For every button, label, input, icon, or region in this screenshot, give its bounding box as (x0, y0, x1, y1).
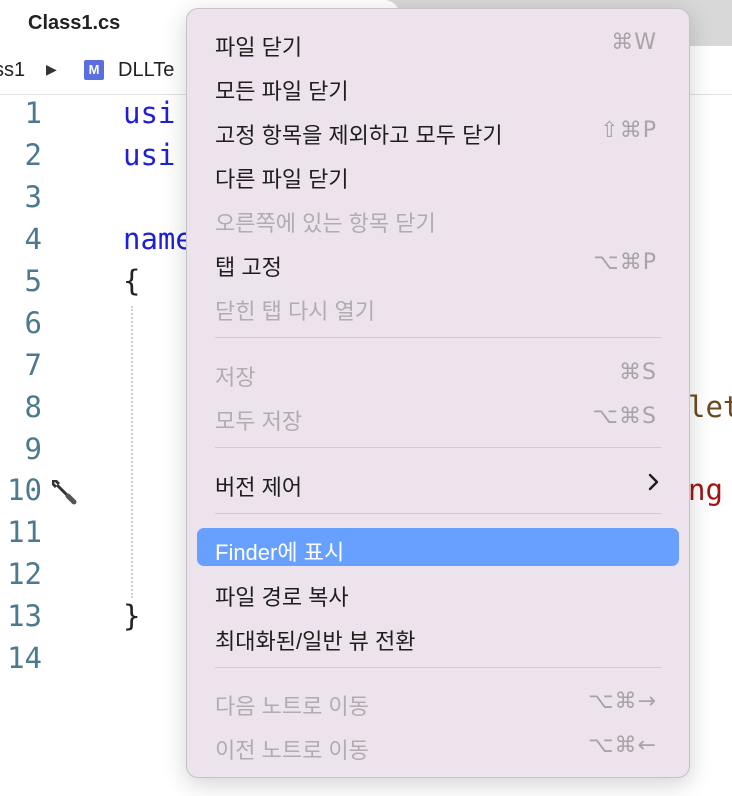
code-using-2: usi (123, 138, 176, 172)
menu-item-close-all-files[interactable]: 모든 파일 닫기 (197, 67, 679, 105)
menu-item-copy-file-path[interactable]: 파일 경로 복사 (197, 573, 679, 611)
menu-item-label: 이전 노트로 이동 (215, 738, 369, 763)
code-namespace: name (123, 222, 193, 256)
menu-item-reveal-in-finder[interactable]: Finder에 표시 (197, 528, 679, 566)
menu-item-shortcut: ⌘S (619, 360, 657, 385)
menu-item-toggle-maximized-view[interactable]: 최대화된/일반 뷰 전환 (197, 617, 679, 655)
menu-item-label: 파일 경로 복사 (215, 585, 349, 610)
menu-item-label: 오른쪽에 있는 항목 닫기 (215, 211, 436, 236)
menu-item-previous-note: 이전 노트로 이동 ⌥⌘← (197, 726, 679, 764)
menu-item-close-to-right: 오른쪽에 있는 항목 닫기 (197, 199, 679, 237)
menu-item-shortcut: ⌥⌘S (592, 404, 657, 429)
menu-item-label: 최대화된/일반 뷰 전환 (215, 629, 416, 654)
line-number: 14 (7, 641, 42, 675)
breadcrumb-arrow-icon: ▶ (46, 61, 57, 77)
line-number: 2 (24, 138, 42, 172)
line-number: 1 (24, 96, 42, 130)
chevron-right-icon (648, 473, 659, 491)
menu-item-shortcut: ⌥⌘P (593, 250, 657, 275)
menu-item-pin-tab[interactable]: 탭 고정 ⌥⌘P (197, 243, 679, 281)
tab-title: Class1.cs (28, 12, 121, 34)
menu-item-close-all-but-pinned[interactable]: 고정 항목을 제외하고 모두 닫기 ⇧⌘P (197, 111, 679, 149)
code-using-1: usi (123, 96, 176, 130)
module-icon: M (84, 60, 104, 80)
breadcrumb-item-file[interactable]: ss1 (0, 59, 25, 82)
menu-item-next-note: 다음 노트로 이동 ⌥⌘→ (197, 682, 679, 720)
line-number: 13 (7, 599, 42, 633)
code-close-brace: } (123, 599, 141, 633)
menu-item-close-file[interactable]: 파일 닫기 ⌘W (197, 23, 679, 61)
line-number: 3 (24, 180, 42, 214)
line-number: 9 (24, 432, 42, 466)
line-number: 5 (24, 264, 42, 298)
menu-separator (215, 513, 661, 514)
code-open-brace: { (123, 264, 141, 298)
menu-separator (215, 447, 661, 448)
menu-item-shortcut: ⌘W (611, 30, 657, 55)
code-fragment-string: ng (688, 473, 723, 507)
line-number: 12 (7, 557, 42, 591)
line-number: 4 (24, 222, 42, 256)
menu-item-label: 모든 파일 닫기 (215, 79, 349, 104)
menu-item-save: 저장 ⌘S (197, 353, 679, 391)
menu-item-label: 닫힌 탭 다시 열기 (215, 299, 376, 324)
menu-item-label: 다른 파일 닫기 (215, 167, 349, 192)
line-number: 8 (24, 390, 42, 424)
menu-separator (215, 667, 661, 668)
menu-item-label: 파일 닫기 (215, 35, 303, 60)
menu-item-shortcut: ⌥⌘→ (588, 689, 657, 714)
menu-item-label: 탭 고정 (215, 255, 282, 280)
indent-guide (131, 306, 133, 598)
menu-item-shortcut: ⌥⌘← (588, 733, 657, 758)
menu-item-close-other-files[interactable]: 다른 파일 닫기 (197, 155, 679, 193)
menu-separator (215, 337, 661, 338)
menu-item-label: 모두 저장 (215, 409, 303, 434)
menu-item-save-all: 모두 저장 ⌥⌘S (197, 397, 679, 435)
menu-item-label: 다음 노트로 이동 (215, 694, 369, 719)
context-menu: 파일 닫기 ⌘W 모든 파일 닫기 고정 항목을 제외하고 모두 닫기 ⇧⌘P … (186, 8, 690, 778)
menu-item-label: 버전 제어 (215, 475, 303, 500)
breadcrumb-item-namespace[interactable]: DLLTe (118, 59, 174, 82)
line-number: 11 (7, 515, 42, 549)
code-fragment-let: let (688, 390, 732, 424)
line-number: 6 (24, 306, 42, 340)
menu-item-reopen-closed-tab: 닫힌 탭 다시 열기 (197, 287, 679, 325)
menu-item-shortcut: ⇧⌘P (600, 118, 657, 143)
menu-item-label: Finder에 표시 (215, 540, 345, 565)
line-number: 7 (24, 348, 42, 382)
menu-item-version-control[interactable]: 버전 제어 (197, 463, 679, 501)
menu-item-label: 고정 항목을 제외하고 모두 닫기 (215, 123, 503, 148)
menu-item-label: 저장 (215, 365, 256, 390)
line-number: 10 (7, 473, 42, 507)
screwdriver-icon[interactable] (48, 476, 78, 506)
